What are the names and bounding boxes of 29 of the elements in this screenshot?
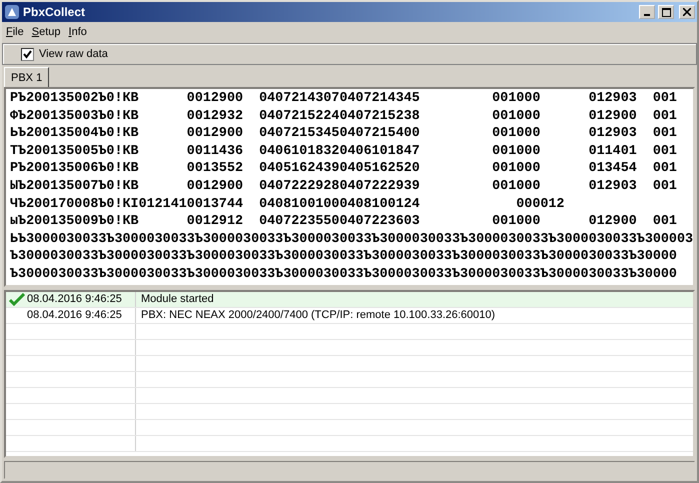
raw-data-line: ыЪ200135009Ъ0!КВ 0012912 04072235500407223603 001000 012900 001 [10, 213, 678, 231]
raw-data-line: ЧЪ200170008Ъ0!КI0121410013744 04081001000408100124 000012 [10, 196, 566, 214]
raw-data-line: РЪ200135006Ъ0!КВ 0013552 04051624390405162520 001000 013454 001 [10, 160, 678, 178]
window-title: PbxCollect [23, 4, 86, 21]
menu-item[interactable]: Setup [28, 24, 65, 40]
close-button[interactable] [679, 5, 695, 19]
raw-data-line: ТЪ200135005Ъ0!КВ 0011436 04061018320406101847 001000 011401 001 [10, 142, 678, 160]
minimize-button[interactable] [639, 5, 655, 19]
menu-item[interactable]: Info [64, 24, 91, 40]
maximize-icon [662, 8, 670, 16]
log-time: 08.04.2016 9:46:25 [27, 292, 122, 308]
raw-data-line: ФЪ200135003Ъ0!КВ 0012932 04072152240407215238 001000 012900 001 [10, 108, 678, 126]
raw-data-line: Ъ3000030033Ъ3000030033Ъ3000030033Ъ3000030033Ъ3000030033Ъ3000030033Ъ3000030033Ъ30000 [10, 266, 678, 284]
raw-data-line: ЬЪ200135004Ъ0!КВ 0012900 04072153450407215400 001000 012903 001 [10, 125, 678, 143]
tab[interactable]: PBX 1 [4, 67, 50, 87]
check-icon [9, 293, 25, 306]
raw-data-line: ЫЪ200135007Ъ0!КВ 0012900 04072229280407222939 001000 012903 001 [10, 178, 678, 196]
checkbox[interactable] [21, 48, 34, 60]
minimize-icon [644, 14, 650, 16]
log-message: Module started [141, 292, 214, 308]
log-message: PBX: NEC NEAX 2000/2400/7400 (TCP/IP: remote 10.100.33.26:60010) [141, 308, 496, 324]
app-icon [4, 4, 20, 20]
close-icon [683, 8, 691, 16]
log-time: 08.04.2016 9:46:25 [27, 308, 122, 324]
checkbox-label: View raw data [39, 46, 108, 62]
menu-item[interactable]: File [2, 24, 28, 40]
raw-data-line: Ъ3000030033Ъ3000030033Ъ3000030033Ъ3000030033Ъ3000030033Ъ3000030033Ъ3000030033Ъ30000 [10, 248, 678, 266]
raw-data-line: РЪ200135002Ъ0!КВ 0012900 04072143070407214345 001000 012903 001 [10, 90, 678, 108]
maximize-button[interactable] [658, 5, 674, 19]
